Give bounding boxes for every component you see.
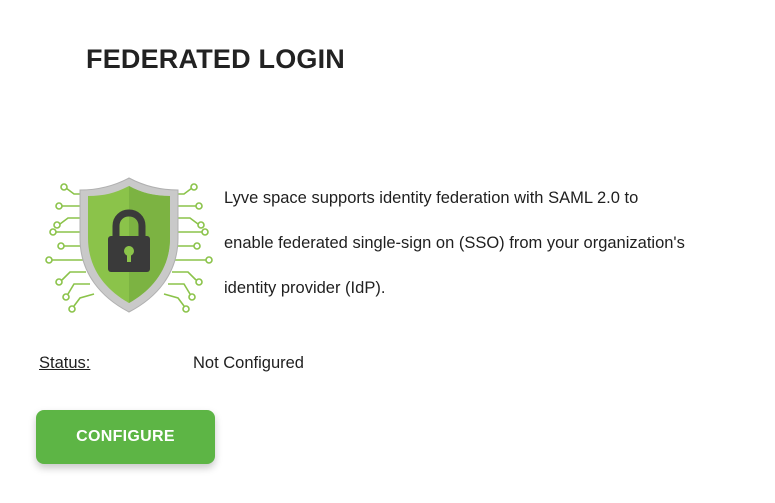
federation-description: Lyve space supports identity federation … bbox=[224, 176, 764, 311]
configure-button[interactable]: CONFIGURE bbox=[36, 410, 215, 464]
shield-lock-illustration bbox=[44, 176, 214, 314]
status-row: Status: Not Configured bbox=[39, 354, 304, 373]
description-line-3: identity provider (IdP). bbox=[224, 279, 386, 297]
page-title: FEDERATED LOGIN bbox=[86, 44, 345, 74]
federated-login-page: FEDERATED LOGIN Lyve space supports iden… bbox=[0, 0, 775, 503]
description-line-2: enable federated single-sign on (SSO) fr… bbox=[224, 234, 685, 252]
status-label: Status: bbox=[39, 354, 91, 372]
status-value: Not Configured bbox=[193, 354, 304, 372]
description-line-1: Lyve space supports identity federation … bbox=[224, 189, 639, 207]
shield-lock-circuit-icon bbox=[45, 177, 213, 313]
